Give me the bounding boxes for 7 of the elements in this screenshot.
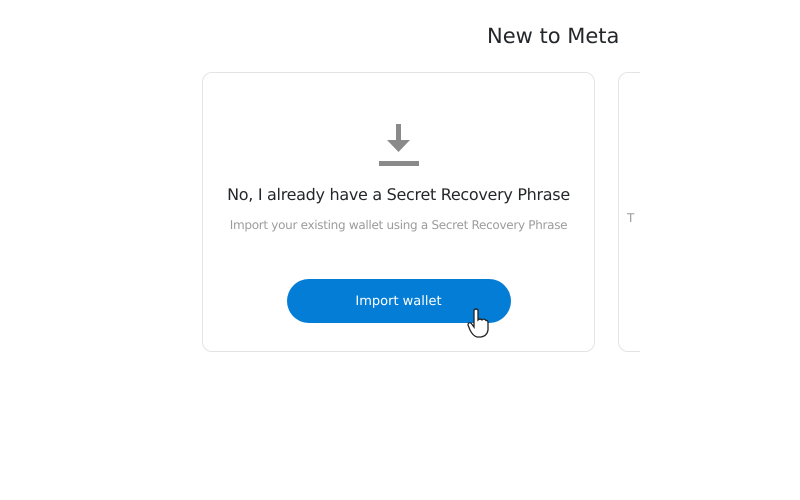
download-icon — [378, 124, 420, 166]
card-description: Import your existing wallet using a Secret Recovery Phrase — [230, 218, 568, 232]
import-wallet-button[interactable]: Import wallet — [286, 279, 510, 323]
card-title: No, I already have a Secret Recovery Phrase — [227, 185, 570, 204]
hand-cursor-icon — [466, 308, 488, 338]
page-heading: New to Meta — [487, 23, 620, 49]
card-description: T — [627, 211, 634, 225]
